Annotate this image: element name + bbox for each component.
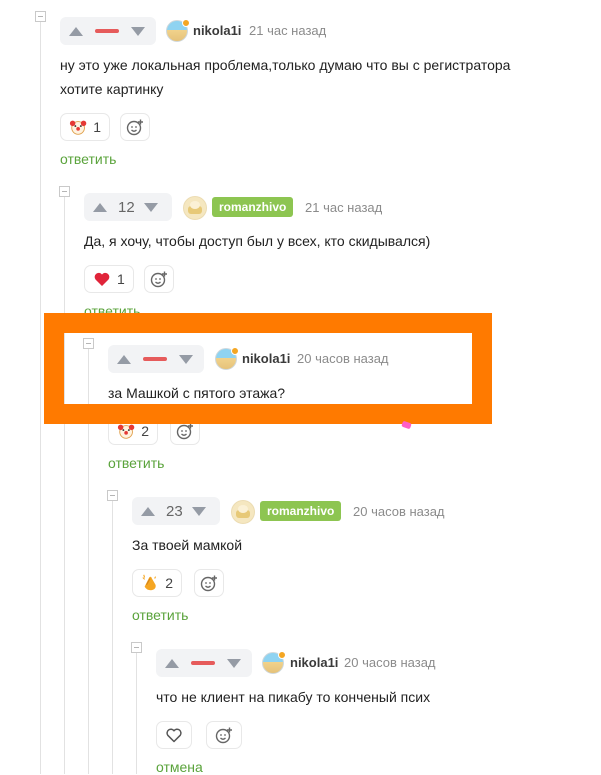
- rating-control: [60, 17, 156, 45]
- avatar[interactable]: [231, 500, 255, 524]
- author-name[interactable]: romanzhivo: [260, 501, 342, 521]
- rating-negative-indicator: [95, 29, 119, 33]
- collapse-toggle[interactable]: [59, 186, 70, 197]
- add-emoji-icon: [150, 271, 167, 288]
- add-reaction-button[interactable]: [194, 569, 224, 597]
- reply-link[interactable]: ответить: [60, 151, 116, 167]
- rating-value: 12: [118, 198, 135, 216]
- collapse-toggle[interactable]: [107, 490, 118, 501]
- add-reaction-button[interactable]: [144, 265, 174, 293]
- rating-control: [156, 649, 252, 677]
- clown-icon: [69, 120, 87, 135]
- author-name[interactable]: romanzhivo: [212, 197, 294, 217]
- add-reaction-button[interactable]: [206, 721, 242, 749]
- cancel-link[interactable]: отмена: [156, 759, 203, 775]
- heart-outline-icon: [166, 728, 182, 743]
- reaction-count: 1: [117, 271, 125, 287]
- timestamp[interactable]: 21 час назад: [249, 23, 326, 38]
- highlight-frame: [44, 313, 492, 424]
- reaction-button[interactable]: 2: [132, 569, 182, 597]
- rating-negative-indicator: [191, 661, 215, 665]
- reaction-count: 2: [165, 575, 173, 591]
- upvote-icon[interactable]: [69, 26, 83, 36]
- add-emoji-icon: [215, 727, 232, 744]
- avatar[interactable]: [166, 19, 190, 42]
- thread-line: [112, 500, 113, 774]
- comment-text-line: За твоей мамкой: [132, 537, 243, 553]
- comment-text-line: ну это уже локальная проблема,только дум…: [60, 57, 511, 73]
- reaction-count: 1: [93, 119, 101, 135]
- rating-value: 23: [166, 502, 183, 520]
- rating-control: 23: [132, 497, 220, 525]
- reply-link[interactable]: ответить: [108, 455, 164, 471]
- add-emoji-icon: [176, 423, 193, 440]
- add-reaction-button[interactable]: [120, 113, 150, 141]
- thread-line: [40, 20, 41, 774]
- comment-text-line: что не клиент на пикабу то конченый псих: [156, 689, 431, 705]
- collapse-toggle[interactable]: [131, 642, 142, 653]
- rating-control: 12: [84, 193, 172, 221]
- downvote-icon[interactable]: [143, 202, 158, 212]
- collapse-toggle[interactable]: [35, 11, 46, 22]
- upvote-icon[interactable]: [141, 506, 155, 516]
- timestamp[interactable]: 20 часов назад: [353, 504, 445, 519]
- comment-text-line: хотите картинку: [60, 81, 164, 97]
- reply-link[interactable]: ответить: [132, 607, 188, 623]
- avatar[interactable]: [183, 196, 207, 220]
- timestamp[interactable]: 20 часов назад: [344, 655, 436, 670]
- downvote-icon[interactable]: [191, 506, 206, 516]
- downvote-icon[interactable]: [227, 658, 241, 668]
- downvote-icon[interactable]: [131, 26, 145, 36]
- reaction-button[interactable]: 1: [60, 113, 110, 141]
- add-emoji-icon: [200, 575, 217, 592]
- timestamp[interactable]: 21 час назад: [305, 200, 382, 215]
- reaction-count: 2: [141, 423, 149, 439]
- author-name[interactable]: nikola1i: [290, 655, 338, 670]
- upvote-icon[interactable]: [93, 202, 107, 212]
- reaction-button[interactable]: [156, 721, 192, 749]
- clown-icon: [117, 424, 135, 439]
- comment-text-line: Да, я хочу, чтобы доступ был у всех, кто…: [84, 233, 431, 249]
- clap-icon: [142, 574, 157, 591]
- thread-line: [64, 196, 65, 774]
- reaction-button[interactable]: 1: [84, 265, 134, 293]
- thread-line: [136, 652, 137, 774]
- add-emoji-icon: [126, 119, 143, 136]
- upvote-icon[interactable]: [165, 658, 179, 668]
- author-name[interactable]: nikola1i: [193, 23, 241, 38]
- heart-icon: [94, 272, 110, 286]
- avatar[interactable]: [262, 651, 286, 674]
